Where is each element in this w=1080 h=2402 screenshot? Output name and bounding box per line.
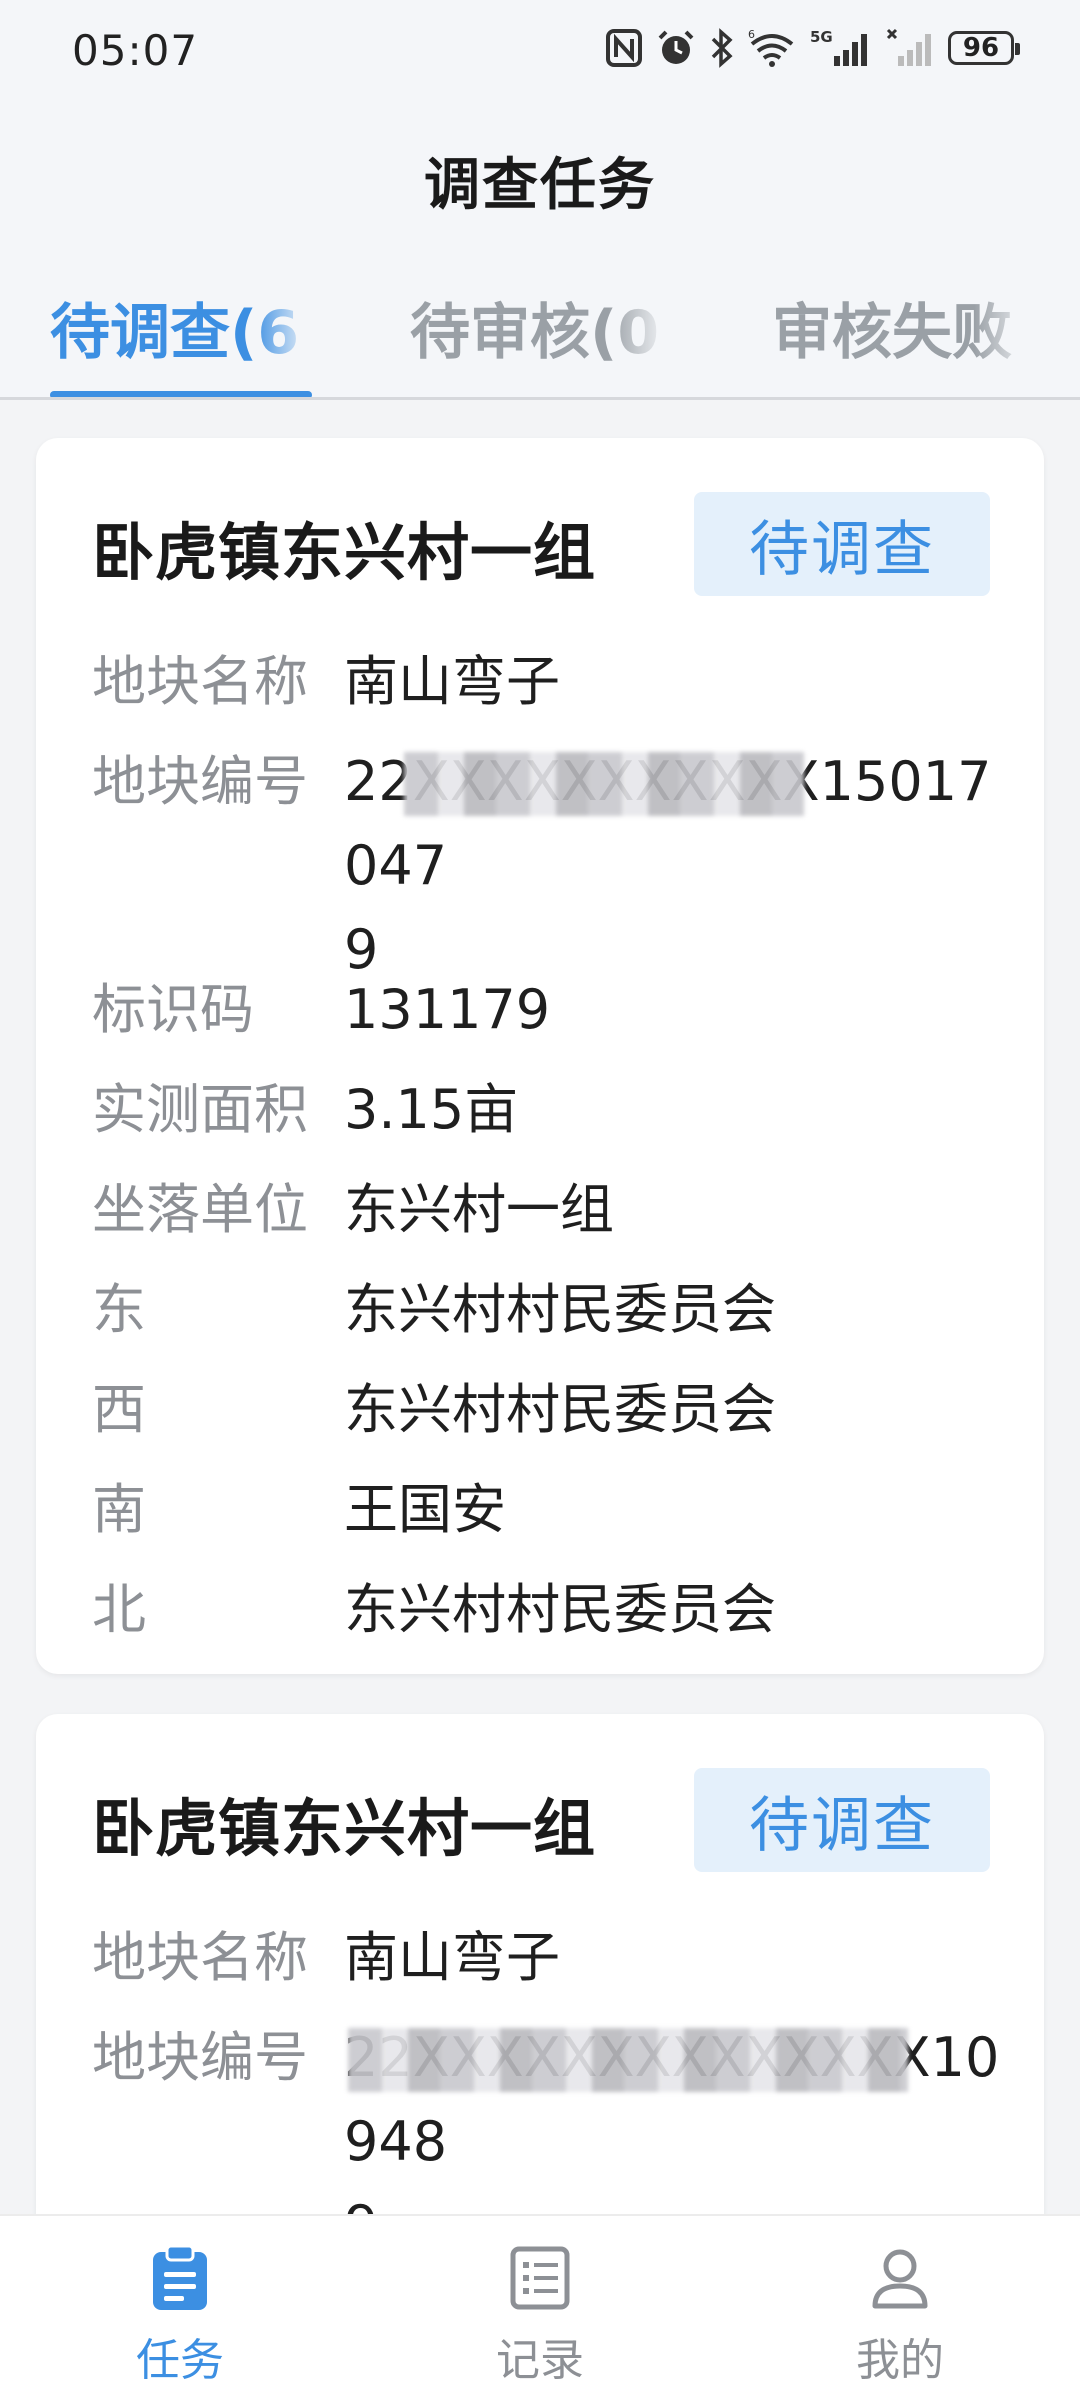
field-value: 东兴村村民委员会 [344, 1278, 776, 1341]
field-value: 东兴村村民委员会 [344, 1378, 776, 1441]
nav-item-tasks[interactable]: 任务 [80, 2242, 280, 2388]
field-value: 东兴村村民委员会 [344, 1578, 776, 1641]
field-value: 南山弯子 [344, 650, 560, 713]
signal-5g-icon: 5G [810, 28, 872, 68]
status-bar: 05:07 6 5G 96 [0, 0, 1080, 110]
field-value: 南山弯子 [344, 1926, 560, 1989]
page-title: 调查任务 [424, 153, 656, 218]
nfc-icon [606, 28, 642, 68]
field-west: 西 东兴村村民委员会 [92, 1368, 1004, 1452]
field-id-code: 标识码 131179 [92, 968, 1004, 1052]
field-label: 坐落单位 [92, 1178, 308, 1241]
nav-label: 记录 [496, 2335, 584, 2386]
field-plot-name: 地块名称 南山弯子 [92, 640, 1004, 724]
tab-fade [252, 284, 312, 384]
status-icons: 6 5G 96 [606, 28, 1020, 68]
status-badge: 待调查 [694, 492, 990, 596]
field-label: 南 [92, 1478, 146, 1541]
signal-label: 5G [810, 28, 833, 46]
nav-item-records[interactable]: 记录 [440, 2242, 640, 2388]
wifi-label: 6 [748, 28, 755, 41]
person-icon [800, 2242, 1000, 2314]
field-location-unit: 坐落单位 东兴村一组 [92, 1168, 1004, 1252]
field-label: 标识码 [92, 978, 254, 1041]
field-east: 东 东兴村村民委员会 [92, 1268, 1004, 1352]
battery-indicator: 96 [948, 31, 1020, 65]
tab-bar: 待调查(6 待审核(0 审核失败 [0, 270, 1080, 400]
field-label: 北 [92, 1578, 146, 1641]
card-title: 卧虎镇东兴村一组 [92, 1792, 597, 1865]
card-title: 卧虎镇东兴村一组 [92, 516, 597, 589]
field-label: 地块名称 [92, 1926, 308, 1989]
field-label: 地块编号 [92, 750, 308, 813]
task-card[interactable]: 卧虎镇东兴村一组 待调查 地块名称 南山弯子 地块编号 22XXXXXXXXXX… [36, 438, 1044, 1674]
tab-fade [608, 284, 668, 384]
field-label: 东 [92, 1278, 146, 1341]
list-icon [440, 2242, 640, 2314]
field-label: 实测面积 [92, 1078, 308, 1141]
tab-pending-survey[interactable]: 待调查(6 [50, 284, 312, 384]
field-plot-name: 地块名称 南山弯子 [92, 1916, 1004, 2000]
tab-active-indicator [50, 391, 312, 397]
signal-nosim-icon [886, 28, 934, 68]
field-value: 3.15亩 [344, 1078, 519, 1141]
wifi-icon: 6 [748, 28, 796, 68]
field-plot-number: 地块编号 22XXXXXXXXXXX15017047 9 [92, 740, 1004, 992]
field-value: 王国安 [344, 1478, 506, 1541]
field-north: 北 东兴村村民委员会 [92, 1568, 1004, 1652]
redaction-mosaic [404, 752, 804, 816]
tab-fade [974, 284, 1034, 384]
tab-review-failed[interactable]: 审核失败 [772, 284, 1034, 384]
redaction-mosaic [348, 2028, 908, 2092]
field-value: 东兴村一组 [344, 1178, 614, 1241]
nav-label: 任务 [136, 2335, 224, 2386]
field-measured-area: 实测面积 3.15亩 [92, 1068, 1004, 1152]
alarm-icon [656, 28, 696, 68]
status-badge: 待调查 [694, 1768, 990, 1872]
field-south: 南 王国安 [92, 1468, 1004, 1552]
bottom-nav: 任务 记录 我的 [0, 2214, 1080, 2402]
status-time: 05:07 [72, 26, 199, 75]
bluetooth-icon [710, 28, 734, 68]
field-value: 131179 [344, 978, 551, 1041]
nav-item-mine[interactable]: 我的 [800, 2242, 1000, 2388]
nav-label: 我的 [856, 2335, 944, 2386]
clipboard-icon [80, 2242, 280, 2314]
tab-pending-review[interactable]: 待审核(0 [410, 284, 668, 384]
header: 调查任务 [0, 110, 1080, 290]
task-card[interactable]: 卧虎镇东兴村一组 待调查 地块名称 南山弯子 地块编号 22XXXXXXXXXX… [36, 1714, 1044, 2274]
field-label: 地块名称 [92, 650, 308, 713]
field-value-wrap: 22XXXXXXXXXXX15017047 9 [344, 740, 1004, 992]
field-label: 西 [92, 1378, 146, 1441]
